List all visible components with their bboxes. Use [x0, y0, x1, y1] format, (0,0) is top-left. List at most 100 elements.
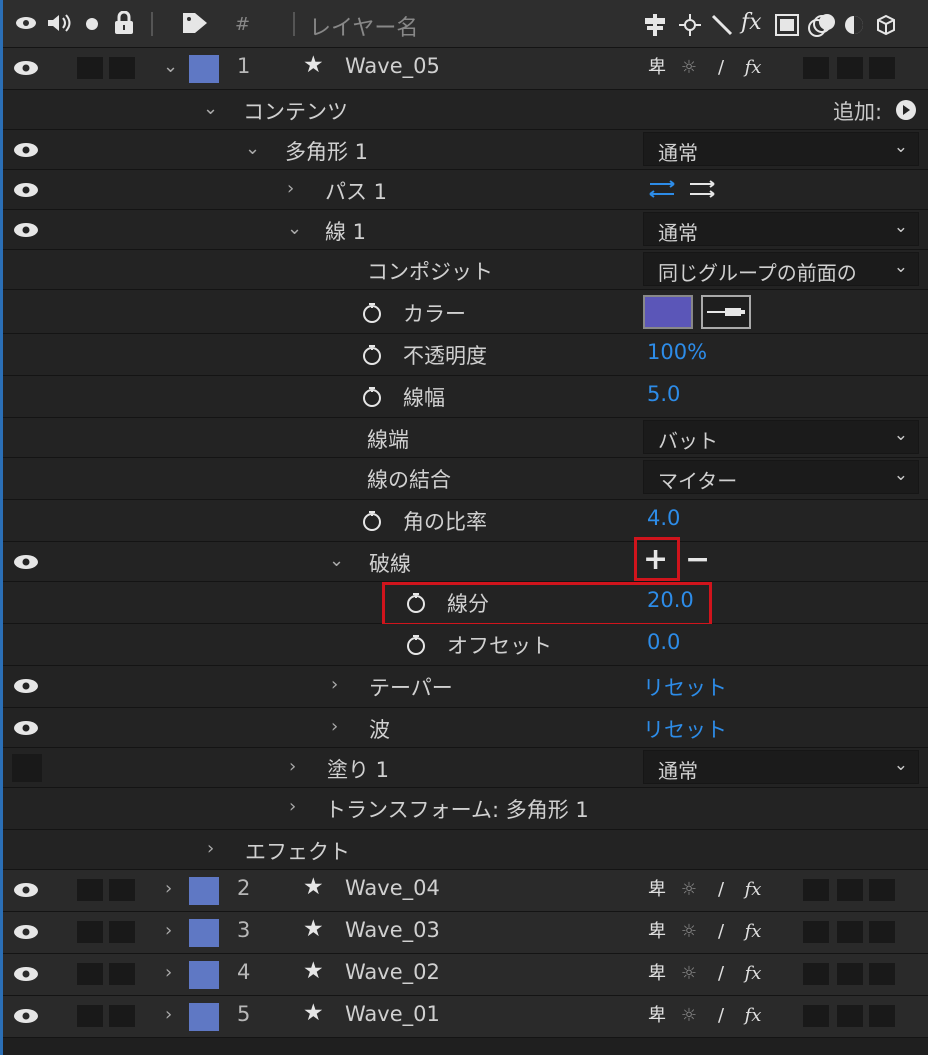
audio-icon[interactable] — [45, 13, 73, 33]
stopwatch-icon[interactable] — [361, 510, 383, 532]
quality-switch-icon[interactable]: / — [707, 55, 735, 81]
chevron-right-icon[interactable]: › — [165, 1004, 172, 1025]
polygon-blend-dropdown[interactable]: 通常 ⌄ — [643, 132, 919, 166]
solo-switch[interactable] — [109, 879, 135, 901]
eye-icon[interactable] — [13, 720, 39, 736]
shy-switch-icon[interactable]: 卑 — [643, 919, 671, 945]
chevron-down-icon[interactable]: ⌄ — [163, 56, 178, 77]
eye-icon[interactable] — [13, 966, 39, 982]
fx-header-icon[interactable]: fx — [741, 10, 762, 35]
opacity-value[interactable]: 100% — [647, 340, 707, 364]
shy-icon[interactable] — [643, 14, 667, 36]
3d-switch[interactable] — [869, 963, 895, 985]
layer-row-4[interactable]: › 4 ★ Wave_02 卑 ☼ / fx — [3, 954, 928, 996]
quality-icon[interactable] — [711, 14, 733, 36]
shy-switch-icon[interactable]: 卑 — [643, 961, 671, 987]
stopwatch-icon[interactable] — [361, 386, 383, 408]
eye-icon[interactable] — [13, 924, 39, 940]
offset-value[interactable]: 0.0 — [647, 630, 680, 654]
dashes-row[interactable]: ⌄ 破線 + − — [3, 542, 928, 582]
fx-switch-icon[interactable]: fx — [739, 919, 767, 945]
adjustment-switch[interactable] — [837, 963, 863, 985]
fx-switch-icon[interactable]: fx — [739, 1003, 767, 1029]
quality-switch-icon[interactable]: / — [707, 961, 735, 987]
stroke-blend-dropdown[interactable]: 通常 ⌄ — [643, 212, 919, 246]
chevron-down-icon[interactable]: ⌄ — [203, 98, 218, 119]
quality-switch-icon[interactable]: / — [707, 919, 735, 945]
chevron-right-icon[interactable]: › — [289, 796, 296, 817]
effects-row[interactable]: › エフェクト — [3, 830, 928, 870]
fill-visibility-switch[interactable] — [12, 754, 42, 782]
eye-icon[interactable] — [13, 60, 39, 76]
adjustment-switch[interactable] — [837, 921, 863, 943]
solo-switch[interactable] — [109, 921, 135, 943]
motion-blur-switch[interactable] — [803, 57, 829, 79]
quality-switch-icon[interactable]: / — [707, 1003, 735, 1029]
chevron-right-icon[interactable]: › — [331, 716, 338, 737]
eye-icon[interactable] — [13, 222, 39, 238]
audio-switch[interactable] — [77, 57, 103, 79]
layer-name[interactable]: Wave_03 — [345, 918, 440, 942]
label-color-swatch[interactable] — [189, 1003, 219, 1031]
audio-switch[interactable] — [77, 963, 103, 985]
eye-icon[interactable] — [13, 554, 39, 570]
motion-blur-frame-icon[interactable] — [775, 14, 799, 36]
shy-switch-icon[interactable]: 卑 — [643, 55, 671, 81]
adjustment-switch[interactable] — [837, 879, 863, 901]
remove-dash-button[interactable]: − — [685, 542, 710, 578]
path-direction-icon[interactable] — [687, 178, 717, 202]
layer-name[interactable]: Wave_02 — [345, 960, 440, 984]
chevron-right-icon[interactable]: › — [289, 756, 296, 777]
eye-icon[interactable] — [13, 882, 39, 898]
audio-switch[interactable] — [77, 879, 103, 901]
layer-row-2[interactable]: › 2 ★ Wave_04 卑 ☼ / fx — [3, 870, 928, 912]
add-arrow-icon[interactable] — [895, 99, 917, 121]
adjustment-layer-icon[interactable] — [843, 14, 865, 36]
audio-switch[interactable] — [77, 921, 103, 943]
eye-icon[interactable] — [13, 1008, 39, 1024]
solo-switch[interactable] — [109, 963, 135, 985]
chevron-right-icon[interactable]: › — [165, 920, 172, 941]
chevron-right-icon[interactable]: › — [331, 674, 338, 695]
chevron-right-icon[interactable]: › — [165, 962, 172, 983]
chevron-down-icon[interactable]: ⌄ — [287, 218, 302, 239]
chevron-right-icon[interactable]: › — [287, 178, 294, 199]
chevron-down-icon[interactable]: ⌄ — [245, 138, 260, 159]
stroke-width-value[interactable]: 5.0 — [647, 382, 680, 406]
stopwatch-icon[interactable] — [361, 344, 383, 366]
transform-row[interactable]: › トランスフォーム: 多角形 1 — [3, 788, 928, 830]
path-row[interactable]: › パス 1 — [3, 170, 928, 210]
stopwatch-icon[interactable] — [361, 302, 383, 324]
wave-reset-link[interactable]: リセット — [643, 714, 727, 744]
fill-row[interactable]: › 塗り 1 通常 ⌄ — [3, 748, 928, 788]
layer-name[interactable]: Wave_04 — [345, 876, 440, 900]
motion-blur-switch[interactable] — [803, 879, 829, 901]
fill-blend-dropdown[interactable]: 通常 ⌄ — [643, 750, 919, 784]
3d-switch[interactable] — [869, 879, 895, 901]
solo-icon[interactable] — [85, 17, 99, 31]
collapse-switch-icon[interactable]: ☼ — [675, 961, 703, 987]
collapse-switch-icon[interactable]: ☼ — [675, 919, 703, 945]
wave-row[interactable]: › 波 リセット — [3, 708, 928, 748]
label-color-swatch[interactable] — [189, 877, 219, 905]
composite-dropdown[interactable]: 同じグループの前面の ⌄ — [643, 252, 919, 286]
label-color-swatch[interactable] — [189, 961, 219, 989]
shy-switch-icon[interactable]: 卑 — [643, 1003, 671, 1029]
chevron-down-icon[interactable]: ⌄ — [329, 550, 344, 571]
line-cap-dropdown[interactable]: バット ⌄ — [643, 420, 919, 454]
motion-blur-switch[interactable] — [803, 963, 829, 985]
layer-name[interactable]: Wave_01 — [345, 1002, 440, 1026]
eye-icon[interactable] — [13, 678, 39, 694]
adjustment-switch[interactable] — [837, 1005, 863, 1027]
adjustment-switch[interactable] — [837, 57, 863, 79]
motion-blur-icon[interactable] — [807, 12, 837, 38]
stroke-row[interactable]: ⌄ 線 1 通常 ⌄ — [3, 210, 928, 250]
3d-layer-icon[interactable] — [875, 14, 897, 36]
layer-row-5[interactable]: › 5 ★ Wave_01 卑 ☼ / fx — [3, 996, 928, 1038]
header-layer-name[interactable]: レイヤー名 — [309, 10, 418, 42]
layer-row-3[interactable]: › 3 ★ Wave_03 卑 ☼ / fx — [3, 912, 928, 954]
collapse-switch-icon[interactable]: ☼ — [675, 55, 703, 81]
3d-switch[interactable] — [869, 921, 895, 943]
chevron-right-icon[interactable]: › — [207, 838, 214, 859]
miter-limit-value[interactable]: 4.0 — [647, 506, 680, 530]
